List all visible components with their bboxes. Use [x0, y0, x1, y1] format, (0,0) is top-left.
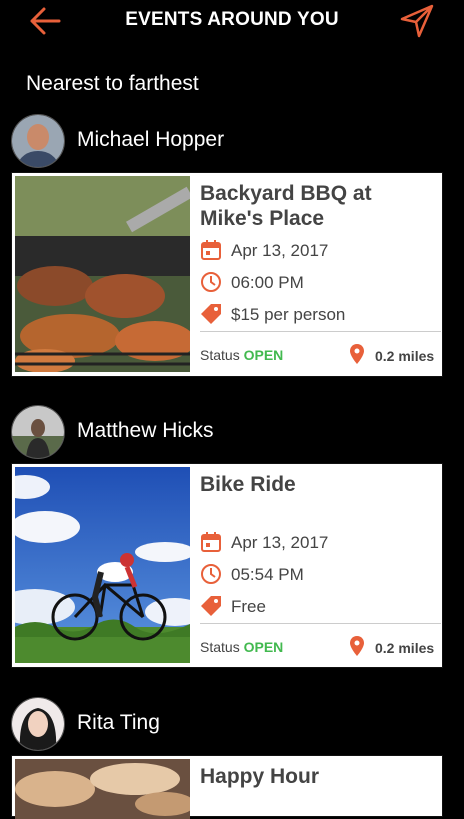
avatar[interactable]	[11, 697, 65, 751]
event-price: $15 per person	[200, 303, 436, 325]
map-pin-icon	[350, 636, 364, 656]
event-time-text: 05:54 PM	[231, 565, 304, 584]
event-title: Backyard BBQ at Mike's Place	[200, 182, 372, 230]
status-badge: Status OPEN	[200, 347, 283, 363]
event-image	[15, 176, 190, 372]
app-header: EVENTS AROUND YOU	[0, 0, 464, 42]
event-time: 06:00 PM	[200, 271, 436, 293]
status-value: OPEN	[243, 639, 284, 655]
send-button[interactable]	[398, 2, 436, 40]
host-row[interactable]: Matthew Hicks	[11, 405, 451, 459]
event-date: Apr 13, 2017	[200, 531, 436, 553]
host-name: Matthew Hicks	[77, 419, 214, 442]
avatar[interactable]	[11, 405, 65, 459]
event-price: Free	[200, 595, 436, 617]
clock-icon	[201, 272, 221, 292]
event-date-text: Apr 13, 2017	[231, 241, 329, 260]
event-image	[15, 759, 190, 819]
event-card[interactable]: Happy Hour	[11, 755, 443, 819]
map-pin-icon	[350, 344, 364, 364]
event-time-text: 06:00 PM	[231, 273, 304, 292]
price-tag-icon	[201, 596, 221, 616]
event-price-text: Free	[231, 597, 266, 616]
clock-icon	[201, 564, 221, 584]
status-label: Status	[200, 639, 240, 655]
event-distance: 0.2 miles	[342, 344, 442, 367]
event-date-text: Apr 13, 2017	[231, 533, 329, 552]
status-badge: Status OPEN	[200, 639, 283, 655]
event-price-text: $15 per person	[231, 305, 346, 324]
event-card[interactable]: Backyard BBQ at Mike's Place Apr 13, 201…	[11, 172, 443, 377]
host-row[interactable]: Rita Ting	[11, 697, 451, 751]
price-tag-icon	[201, 304, 221, 324]
page-title: EVENTS AROUND YOU	[125, 9, 339, 30]
status-value: OPEN	[243, 347, 284, 363]
sort-label: Nearest to farthest	[26, 72, 199, 95]
event-distance: 0.2 miles	[342, 636, 442, 659]
distance-text: 0.2 miles	[375, 348, 435, 364]
event-image	[15, 467, 190, 663]
host-name: Michael Hopper	[77, 128, 225, 151]
avatar[interactable]	[11, 114, 65, 168]
divider	[200, 331, 441, 332]
divider	[200, 623, 441, 624]
send-icon	[400, 4, 434, 38]
distance-text: 0.2 miles	[375, 640, 435, 656]
calendar-icon	[201, 532, 221, 552]
event-date: Apr 13, 2017	[200, 239, 436, 261]
host-name: Rita Ting	[77, 711, 160, 734]
event-time: 05:54 PM	[200, 563, 436, 585]
status-label: Status	[200, 347, 240, 363]
calendar-icon	[201, 240, 221, 260]
host-row[interactable]: Michael Hopper	[11, 114, 451, 168]
event-title: Happy Hour	[200, 765, 320, 788]
event-card[interactable]: Bike Ride Apr 13, 2017 05:54 PM Free Sta…	[11, 463, 443, 668]
event-title: Bike Ride	[200, 473, 296, 496]
